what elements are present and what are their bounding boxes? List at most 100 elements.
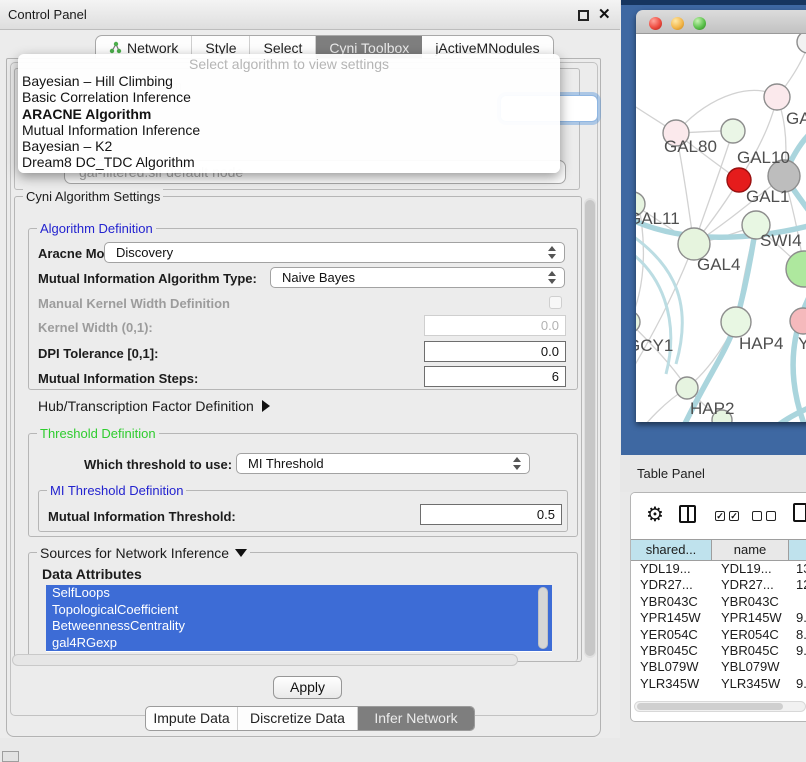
collapsed-arrow-icon <box>262 400 270 412</box>
aracne-mode-combo[interactable]: Discovery <box>104 242 565 263</box>
table-header-row: shared... name <box>631 539 806 561</box>
table-row[interactable]: YDL19...YDL19...13 <box>631 561 806 577</box>
network-node[interactable] <box>764 84 790 110</box>
network-view-window: GALGAL80GAL10GAL1GAL11SWI4GAL4GCY1HAP4YH… <box>636 10 806 422</box>
attribute-item[interactable]: SelfLoops <box>46 585 552 602</box>
algorithm-option[interactable]: Dream8 DC_TDC Algorithm <box>18 154 560 170</box>
minimize-traffic-light-icon[interactable] <box>671 17 684 30</box>
kernel-width-label: Kernel Width (0,1): <box>38 320 153 335</box>
columns-icon[interactable] <box>679 505 696 523</box>
table-horizontal-scrollbar[interactable] <box>634 701 806 712</box>
mi-type-label: Mutual Information Algorithm Type: <box>38 271 257 286</box>
network-node[interactable] <box>676 377 698 399</box>
mi-threshold-field[interactable]: 0.5 <box>420 504 562 525</box>
mi-threshold-definition-title: MI Threshold Definition <box>47 483 186 498</box>
settings-group-title: Cyni Algorithm Settings <box>23 189 163 204</box>
mi-steps-field[interactable]: 6 <box>424 366 566 387</box>
table-scrollbar-thumb[interactable] <box>637 703 783 710</box>
dpi-tolerance-field[interactable]: 0.0 <box>424 341 566 362</box>
node-label: HAP2 <box>690 399 734 418</box>
mi-threshold-label: Mutual Information Threshold: <box>48 509 236 524</box>
algorithm-popup-list: Bayesian – Hill ClimbingBasic Correlatio… <box>18 73 560 171</box>
table-body: YDL19...YDL19...13YDR27...YDR27...12YBR0… <box>631 561 806 695</box>
table-panel: ⚙ ✓✓ shared... name YDL19...YDL19...13YD… <box>630 492 806 722</box>
network-window-titlebar[interactable] <box>636 10 806 34</box>
stepper-icon <box>548 246 557 259</box>
select-all-columns-icon[interactable]: ✓✓ <box>715 511 739 521</box>
algorithm-option[interactable]: Mutual Information Inference <box>18 122 560 138</box>
bottom-tab-strip: Impute Data Discretize Data Infer Networ… <box>145 706 475 731</box>
attribute-item[interactable]: TopologicalCoefficient <box>46 602 552 619</box>
table-row[interactable]: YER054CYER054C8. <box>631 627 806 643</box>
column-header-shared[interactable]: shared... <box>631 540 712 560</box>
table-row[interactable]: YPR145WYPR145W9. <box>631 610 806 626</box>
hub-definition-toggle[interactable]: Hub/Transcription Factor Definition <box>38 398 270 414</box>
column-header-name[interactable]: name <box>712 540 789 560</box>
float-window-icon[interactable] <box>578 10 589 21</box>
algorithm-option[interactable]: Bayesian – Hill Climbing <box>18 73 560 89</box>
node-label: GAL10 <box>737 148 790 167</box>
network-node[interactable] <box>797 34 806 53</box>
tab-discretize-data[interactable]: Discretize Data <box>238 707 358 730</box>
manual-kernel-checkbox[interactable] <box>549 296 562 309</box>
data-attributes-list: SelfLoopsTopologicalCoefficientBetweenne… <box>46 585 552 652</box>
node-label: GCY1 <box>636 336 673 355</box>
table-row[interactable]: YIL052CYIL052C9. <box>631 692 806 695</box>
expanded-arrow-icon <box>235 549 247 557</box>
column-header-clipped[interactable] <box>789 540 806 560</box>
table-row[interactable]: YBL079WYBL079W <box>631 659 806 675</box>
table-row[interactable]: YBR043CYBR043C <box>631 594 806 610</box>
close-traffic-light-icon[interactable] <box>649 17 662 30</box>
network-canvas[interactable]: GALGAL80GAL10GAL1GAL11SWI4GAL4GCY1HAP4YH… <box>636 34 806 422</box>
mi-steps-label: Mutual Information Steps: <box>38 371 198 386</box>
algorithm-option[interactable]: Basic Correlation Inference <box>18 89 560 105</box>
gear-icon[interactable]: ⚙ <box>646 502 664 527</box>
threshold-definition-title: Threshold Definition <box>37 426 159 441</box>
network-node[interactable] <box>721 119 745 143</box>
attribute-item[interactable]: gal4RGexp <box>46 635 552 652</box>
table-row[interactable]: YLR345WYLR345W9. <box>631 676 806 692</box>
collapsed-panel-button[interactable] <box>2 751 19 762</box>
network-icon <box>109 41 122 54</box>
kernel-width-field[interactable]: 0.0 <box>424 315 566 336</box>
table-panel-title: Table Panel <box>637 466 705 481</box>
node-label: HAP4 <box>739 334 783 353</box>
table-row[interactable]: YDR27...YDR27...12 <box>631 577 806 593</box>
stepper-icon <box>548 271 557 284</box>
popup-hint: Select algorithm to view settings <box>18 56 560 73</box>
table-panel-titlebar: Table Panel <box>620 455 806 492</box>
dpi-tolerance-label: DPI Tolerance [0,1]: <box>38 346 158 361</box>
settings-scrollbar-thumb[interactable] <box>585 200 595 656</box>
attributes-scrollbar[interactable] <box>538 587 548 649</box>
algorithm-option[interactable]: ARACNE Algorithm <box>18 106 560 122</box>
tab-infer-network[interactable]: Infer Network <box>358 707 474 730</box>
sources-group-title[interactable]: Sources for Network Inference <box>37 545 250 561</box>
stepper-icon <box>513 457 522 470</box>
settings-horizontal-scrollbar[interactable] <box>12 654 518 666</box>
data-attributes-label: Data Attributes <box>42 566 142 582</box>
deselect-all-columns-icon[interactable] <box>752 511 776 521</box>
node-label: GAL4 <box>697 255 740 274</box>
table-toolbar: ⚙ ✓✓ <box>631 493 806 539</box>
table-row[interactable]: YBR045CYBR045C9. <box>631 643 806 659</box>
algorithm-dropdown-popup: Select algorithm to view settings Bayesi… <box>18 54 560 173</box>
close-icon[interactable]: ✕ <box>598 5 611 23</box>
attribute-item[interactable]: BetweennessCentrality <box>46 618 552 635</box>
document-icon[interactable] <box>793 503 806 522</box>
network-svg: GALGAL80GAL10GAL1GAL11SWI4GAL4GCY1HAP4YH… <box>636 34 806 422</box>
zoom-traffic-light-icon[interactable] <box>693 17 706 30</box>
control-panel-titlebar: Control Panel ✕ <box>0 0 620 30</box>
network-node[interactable] <box>636 311 640 333</box>
algorithm-option[interactable]: Bayesian – K2 <box>18 138 560 154</box>
apply-button[interactable]: Apply <box>273 676 342 699</box>
network-node[interactable] <box>721 307 751 337</box>
which-threshold-combo[interactable]: MI Threshold <box>236 453 530 474</box>
mi-type-combo[interactable]: Naive Bayes <box>270 267 565 288</box>
tab-impute-data[interactable]: Impute Data <box>146 707 238 730</box>
network-node[interactable] <box>786 251 806 287</box>
node-label: GAL11 <box>636 209 680 228</box>
which-threshold-label: Which threshold to use: <box>84 457 232 472</box>
node-label: Y <box>798 334 806 353</box>
network-node[interactable] <box>790 308 806 334</box>
algorithm-definition-title: Algorithm Definition <box>37 221 156 236</box>
